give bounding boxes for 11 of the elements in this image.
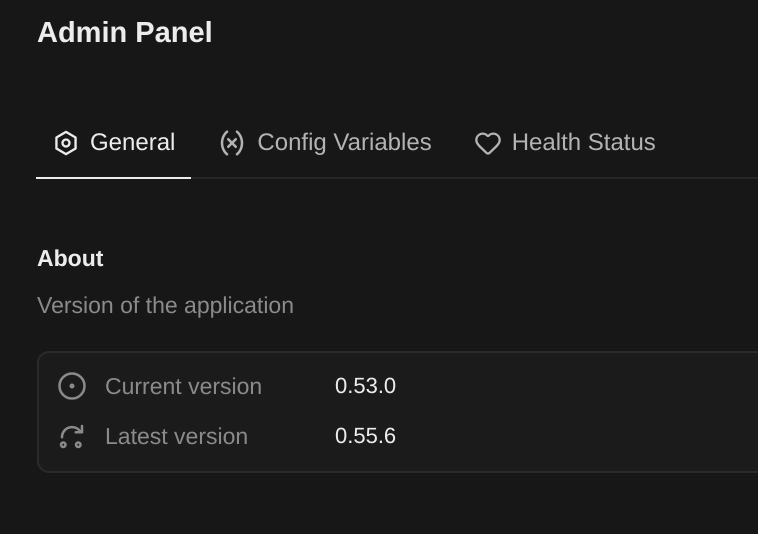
version-label: Current version [105,372,264,400]
circle-dot-icon [57,371,87,401]
version-value: 0.53.0 [335,373,396,399]
section-title: About [37,245,104,272]
tab[interactable]: General [36,118,192,179]
version-label: Latest version [105,422,250,450]
tab[interactable]: Health Status [458,118,672,179]
section-description: Version of the application [37,292,296,319]
tab[interactable]: Config Variables [201,118,448,179]
page-title: Admin Panel [37,16,214,51]
version-value: 0.55.6 [335,423,396,449]
